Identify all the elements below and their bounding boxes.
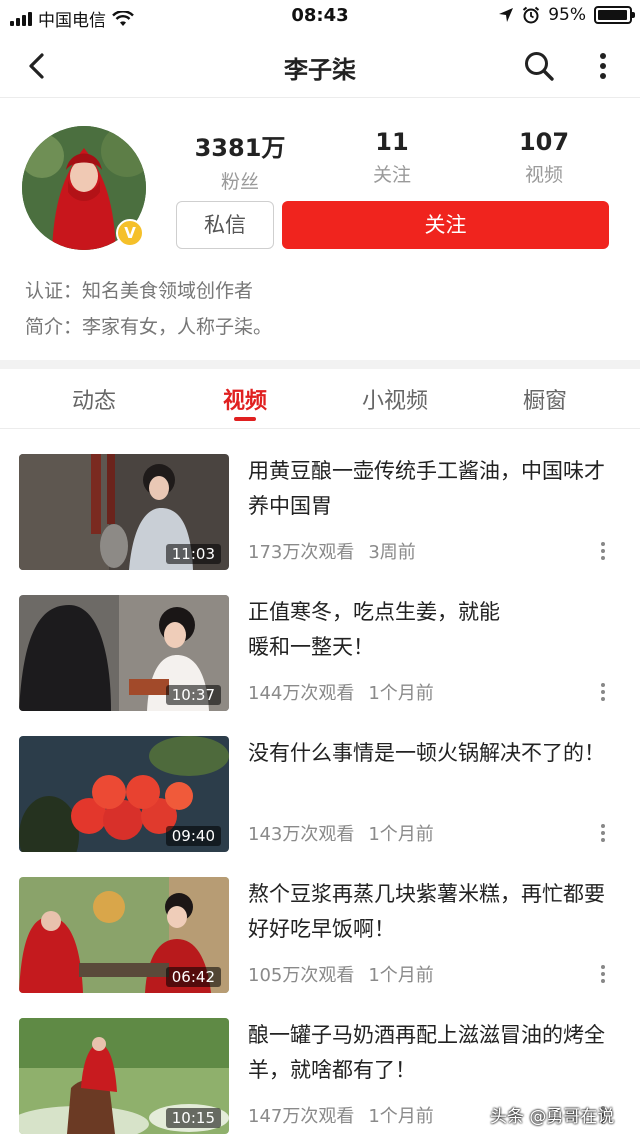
video-time: 1个月前 bbox=[368, 824, 434, 845]
battery-percent: 95% bbox=[548, 5, 586, 25]
followers-count: 3381万 bbox=[194, 134, 286, 162]
video-views: 147万次观看 bbox=[248, 1106, 355, 1127]
video-title[interactable]: 用黄豆酿一壶传统手工酱油，中国味才养中国胃 bbox=[248, 454, 620, 524]
tab-active-indicator bbox=[234, 417, 256, 421]
video-thumbnail[interactable]: 11:03 bbox=[19, 454, 229, 570]
video-time: 1个月前 bbox=[368, 965, 434, 986]
tab-showcase[interactable]: 橱窗 bbox=[470, 383, 620, 415]
video-meta: 147万次观看 1个月前 bbox=[248, 1102, 434, 1128]
videos-count: 107 bbox=[518, 128, 570, 156]
video-item[interactable]: 11:03 用黄豆酿一壶传统手工酱油，中国味才养中国胃 173万次观看 3周前 bbox=[0, 454, 640, 595]
video-item[interactable]: 10:37 正值寒冬，吃点生姜，就能 暖和一整天！ 144万次观看 1个月前 bbox=[0, 595, 640, 736]
video-meta: 105万次观看 1个月前 bbox=[248, 961, 434, 987]
tab-bar: 动态 视频 小视频 橱窗 bbox=[0, 369, 640, 429]
certification-text: 认证：知名美食领域创作者 bbox=[25, 280, 254, 302]
verified-badge-icon: V bbox=[116, 219, 144, 247]
video-thumbnail[interactable]: 10:15 bbox=[19, 1018, 229, 1134]
status-right: 95% bbox=[498, 5, 635, 25]
video-title[interactable]: 熬个豆浆再蒸几块紫薯米糕，再忙都要好好吃早饭啊！ bbox=[248, 877, 620, 947]
intro-text: 简介：李家有女，人称子柒。 bbox=[25, 316, 273, 338]
stat-videos[interactable]: 107 视频 bbox=[469, 128, 619, 187]
video-duration: 09:40 bbox=[165, 826, 221, 846]
location-arrow-icon bbox=[499, 8, 514, 22]
video-item[interactable]: 09:40 没有什么事情是一顿火锅解决不了的！ 143万次观看 1个月前 bbox=[0, 736, 640, 877]
video-time: 1个月前 bbox=[368, 683, 434, 704]
stat-following[interactable]: 11 关注 bbox=[317, 128, 467, 187]
battery-fill bbox=[598, 10, 627, 20]
video-duration: 10:37 bbox=[165, 685, 221, 705]
video-views: 105万次观看 bbox=[248, 965, 355, 986]
status-bar: 中国电信 08:43 95% bbox=[0, 0, 640, 34]
section-divider bbox=[0, 360, 640, 369]
video-duration: 11:03 bbox=[165, 544, 221, 564]
video-views: 143万次观看 bbox=[248, 824, 355, 845]
video-views: 173万次观看 bbox=[248, 542, 355, 563]
video-item[interactable]: 06:42 熬个豆浆再蒸几块紫薯米糕，再忙都要好好吃早饭啊！ 105万次观看 1个… bbox=[0, 877, 640, 1018]
search-icon[interactable] bbox=[522, 49, 556, 83]
follow-button[interactable]: 关注 bbox=[282, 201, 609, 249]
stat-followers[interactable]: 3381万 粉丝 bbox=[165, 128, 315, 194]
video-title[interactable]: 酿一罐子马奶酒再配上滋滋冒油的烤全羊，就啥都有了！ bbox=[248, 1018, 620, 1088]
more-vertical-icon[interactable] bbox=[588, 48, 618, 84]
video-duration: 10:15 bbox=[165, 1108, 221, 1128]
video-thumbnail[interactable]: 09:40 bbox=[19, 736, 229, 852]
video-time: 1个月前 bbox=[368, 1106, 434, 1127]
message-button[interactable]: 私信 bbox=[176, 201, 274, 249]
more-vertical-icon[interactable] bbox=[592, 679, 614, 705]
nav-bar: 李子柒 bbox=[0, 34, 640, 98]
video-meta: 173万次观看 3周前 bbox=[248, 538, 416, 564]
videos-label: 视频 bbox=[524, 164, 563, 186]
watermark: 头条 @勇哥在说 bbox=[490, 1107, 615, 1127]
following-label: 关注 bbox=[372, 164, 411, 186]
video-title[interactable]: 没有什么事情是一顿火锅解决不了的！ bbox=[248, 736, 620, 771]
followers-label: 粉丝 bbox=[220, 171, 259, 193]
video-thumbnail[interactable]: 06:42 bbox=[19, 877, 229, 993]
tab-short-videos[interactable]: 小视频 bbox=[320, 383, 470, 415]
battery-icon bbox=[594, 6, 635, 24]
more-vertical-icon[interactable] bbox=[592, 538, 614, 564]
video-thumbnail[interactable]: 10:37 bbox=[19, 595, 229, 711]
more-vertical-icon[interactable] bbox=[592, 961, 614, 987]
tab-dynamic[interactable]: 动态 bbox=[19, 383, 169, 415]
video-views: 144万次观看 bbox=[248, 683, 355, 704]
video-meta: 144万次观看 1个月前 bbox=[248, 679, 434, 705]
following-count: 11 bbox=[375, 128, 409, 156]
video-duration: 06:42 bbox=[165, 967, 221, 987]
video-meta: 143万次观看 1个月前 bbox=[248, 820, 434, 846]
video-title[interactable]: 正值寒冬，吃点生姜，就能 暖和一整天！ bbox=[248, 595, 620, 665]
chevron-left-icon[interactable] bbox=[20, 48, 56, 84]
video-time: 3周前 bbox=[368, 542, 416, 563]
tab-videos[interactable]: 视频 bbox=[170, 383, 320, 415]
more-vertical-icon[interactable] bbox=[592, 820, 614, 846]
alarm-clock-icon bbox=[523, 6, 540, 24]
